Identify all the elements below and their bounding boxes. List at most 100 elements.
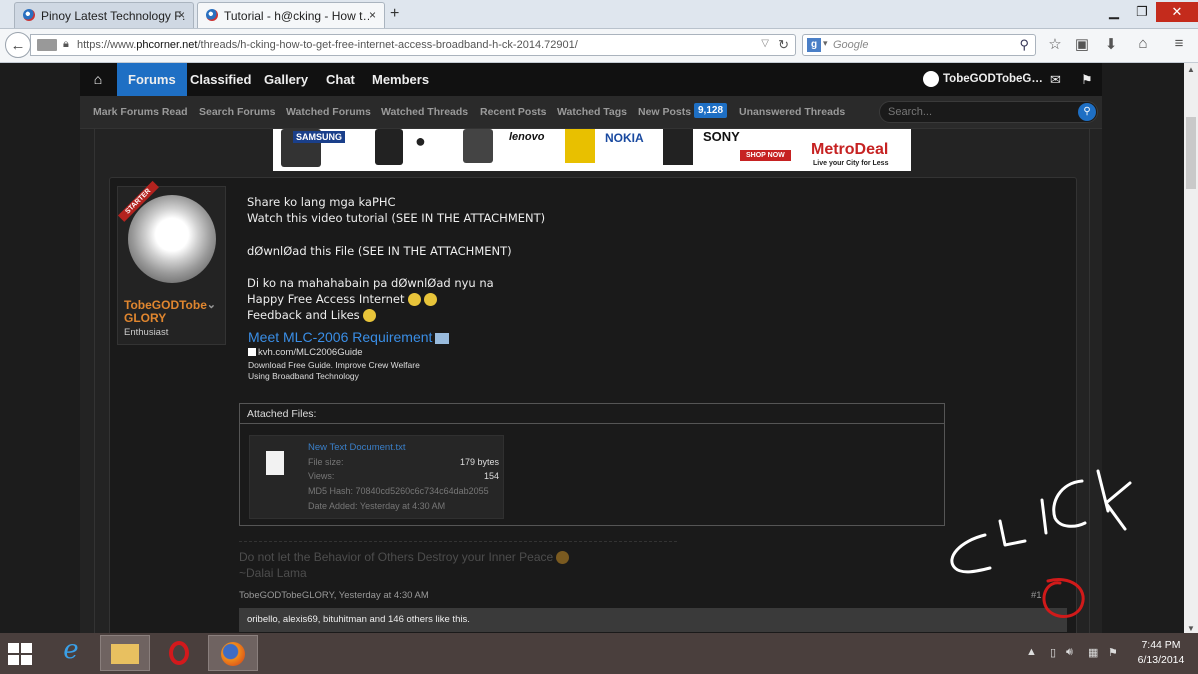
- subnav-watched-tags[interactable]: Watched Tags: [557, 106, 627, 118]
- volume-icon[interactable]: 🔊︎: [1066, 646, 1073, 659]
- scrollbar-thumb[interactable]: [1186, 117, 1196, 189]
- url-text[interactable]: https://www.phcorner.net/threads/h-cking…: [77, 39, 578, 51]
- browser-search-input[interactable]: g ▾ Google ⚲: [802, 34, 1036, 56]
- grin-emoji-icon: [407, 293, 421, 306]
- subnav-search-forums[interactable]: Search Forums: [199, 106, 275, 118]
- scroll-down-icon[interactable]: ▼: [1187, 624, 1195, 633]
- restore-button[interactable]: ❐: [1128, 2, 1156, 22]
- user-menu[interactable]: TobeGODTobeG…: [923, 71, 1043, 87]
- search-icon[interactable]: ⚲: [1019, 37, 1029, 53]
- brand-nokia: NOKIA: [605, 131, 644, 145]
- author-name[interactable]: TobeGODTobe GLORY ⌄: [124, 299, 220, 325]
- file-size-label: File size:: [308, 457, 344, 467]
- minimize-button[interactable]: ▁: [1100, 2, 1128, 22]
- subnav-mark-forums-read[interactable]: Mark Forums Read: [93, 106, 188, 118]
- likes-summary[interactable]: oribello, alexis69, bituhitman and 146 o…: [239, 608, 1067, 632]
- lock-icon: 🔒︎: [63, 38, 69, 50]
- reload-icon[interactable]: ↻: [778, 37, 789, 53]
- windows-start-icon[interactable]: [8, 643, 32, 665]
- metrodeal-tagline: Live your City for Less: [813, 160, 889, 167]
- advertisement-banner[interactable]: SAMSUNG ● lenovo NOKIA SONY SHOP NOW Met…: [273, 129, 911, 171]
- file-explorer-icon[interactable]: [100, 635, 150, 671]
- subnav-unanswered-threads[interactable]: Unanswered Threads: [739, 106, 845, 118]
- avatar: [923, 71, 939, 87]
- scroll-up-icon[interactable]: ▲: [1187, 65, 1195, 74]
- chevron-down-icon[interactable]: ⌄: [207, 299, 216, 312]
- ad-favicon-icon: [248, 348, 256, 356]
- signature-author: ~Dalai Lama: [239, 566, 307, 580]
- phone-image: [663, 129, 693, 165]
- subnav-watched-threads[interactable]: Watched Threads: [381, 106, 468, 118]
- forum-search-input[interactable]: Search... ⚲: [879, 101, 1098, 123]
- engine-dropdown-icon[interactable]: ▾: [823, 38, 828, 49]
- ad-title-link[interactable]: Meet MLC-2006 Requirement: [248, 329, 450, 345]
- downloads-icon[interactable]: ⬇: [1100, 35, 1122, 53]
- system-clock[interactable]: 7:44 PM 6/13/2014: [1131, 638, 1191, 668]
- post-text-line: Di ko na mahahabain pa dØwnlØad nyu na: [247, 276, 494, 290]
- site-favicon-icon: [206, 9, 218, 21]
- google-icon[interactable]: g: [807, 38, 821, 52]
- opera-icon[interactable]: [154, 635, 204, 671]
- nav-members[interactable]: Members: [361, 63, 440, 96]
- post-text-line: Watch this video tutorial (SEE IN THE AT…: [247, 211, 546, 225]
- forum-top-nav: ⌂ Forums Classified Gallery Chat Members…: [80, 63, 1102, 96]
- close-window-button[interactable]: ✕: [1156, 2, 1198, 22]
- forum-sub-nav: Mark Forums Read Search Forums Watched F…: [80, 96, 1102, 129]
- close-tab-icon[interactable]: ×: [369, 8, 376, 22]
- alerts-flag-icon[interactable]: ⚑: [1081, 72, 1093, 88]
- battery-icon[interactable]: ▯: [1050, 646, 1056, 659]
- author-avatar[interactable]: [128, 195, 216, 283]
- site-identity-icon[interactable]: [37, 39, 57, 51]
- new-tab-button[interactable]: +: [390, 5, 399, 23]
- attachment-filename-link[interactable]: New Text Document.txt: [308, 442, 406, 453]
- text-file-icon[interactable]: [266, 451, 284, 475]
- post-text-line: dØwnlØad this File (SEE IN THE ATTACHMEN…: [247, 244, 512, 258]
- tab-pinoy-latest-technology[interactable]: Pinoy Latest Technology F… ×: [14, 2, 194, 28]
- attached-files-header: Attached Files:: [240, 404, 944, 424]
- browser-navigation-bar: 🔒︎ https://www.phcorner.net/threads/h-ck…: [0, 29, 1198, 63]
- ad-description: Download Free Guide. Improve Crew Welfar…: [248, 360, 420, 381]
- search-icon[interactable]: ⚲: [1078, 103, 1096, 121]
- subnav-watched-forums[interactable]: Watched Forums: [286, 106, 371, 118]
- browser-tab-bar: Pinoy Latest Technology F… × Tutorial - …: [0, 0, 1198, 29]
- thread-post: STARTER TobeGODTobe GLORY ⌄ Enthusiast Sh…: [109, 177, 1077, 633]
- post-meta[interactable]: TobeGODTobeGLORY, Yesterday at 4:30 AM: [239, 590, 429, 601]
- brand-sony: SONY: [703, 129, 740, 144]
- network-icon[interactable]: ▦: [1088, 646, 1098, 659]
- emoji-icon: [556, 551, 570, 565]
- brand-lenovo: lenovo: [509, 131, 545, 143]
- nav-gallery[interactable]: Gallery: [253, 63, 319, 96]
- subnav-new-posts[interactable]: New Posts: [638, 106, 691, 118]
- page-scrollbar[interactable]: ▲ ▼: [1184, 63, 1198, 633]
- shop-now-button[interactable]: SHOP NOW: [740, 150, 791, 161]
- post-text-line: Happy Free Access Internet: [247, 292, 437, 306]
- action-center-icon[interactable]: ⚑: [1108, 646, 1118, 659]
- inbox-icon[interactable]: ✉: [1050, 72, 1061, 88]
- bookmarks-menu-icon[interactable]: ▣: [1071, 35, 1093, 53]
- firefox-icon[interactable]: [208, 635, 258, 671]
- url-dropdown-icon[interactable]: ▽: [761, 38, 769, 49]
- post-author-box: STARTER TobeGODTobe GLORY ⌄ Enthusiast: [117, 181, 226, 345]
- home-icon[interactable]: ⌂: [1132, 35, 1154, 52]
- nav-classified[interactable]: Classified: [179, 63, 262, 96]
- tab-tutorial-hacking[interactable]: Tutorial - h@cking - How t… ×: [197, 2, 385, 28]
- close-tab-icon[interactable]: ×: [178, 8, 185, 22]
- ad-url[interactable]: kvh.com/MLC2006Guide: [258, 347, 363, 358]
- smile-emoji-icon: [362, 309, 376, 322]
- subnav-recent-posts[interactable]: Recent Posts: [480, 106, 547, 118]
- internet-explorer-icon[interactable]: e: [46, 635, 96, 671]
- post-permalink[interactable]: #1: [1031, 590, 1042, 601]
- bookmark-star-icon[interactable]: ☆: [1044, 35, 1066, 53]
- nav-forums[interactable]: Forums: [117, 63, 187, 96]
- back-button[interactable]: ←: [5, 32, 31, 58]
- web-page: ⌂ Forums Classified Gallery Chat Members…: [0, 63, 1184, 633]
- menu-icon[interactable]: ≡: [1168, 35, 1190, 52]
- home-icon[interactable]: ⌂: [80, 63, 116, 96]
- views-label: Views:: [308, 471, 335, 481]
- file-size-value: 179 bytes: [459, 457, 499, 467]
- nav-chat[interactable]: Chat: [315, 63, 366, 96]
- phone-image: [375, 129, 403, 165]
- ad-choices-icon[interactable]: [435, 332, 450, 344]
- show-hidden-icons-icon[interactable]: ▲: [1026, 646, 1037, 658]
- address-bar[interactable]: 🔒︎ https://www.phcorner.net/threads/h-ck…: [30, 34, 796, 56]
